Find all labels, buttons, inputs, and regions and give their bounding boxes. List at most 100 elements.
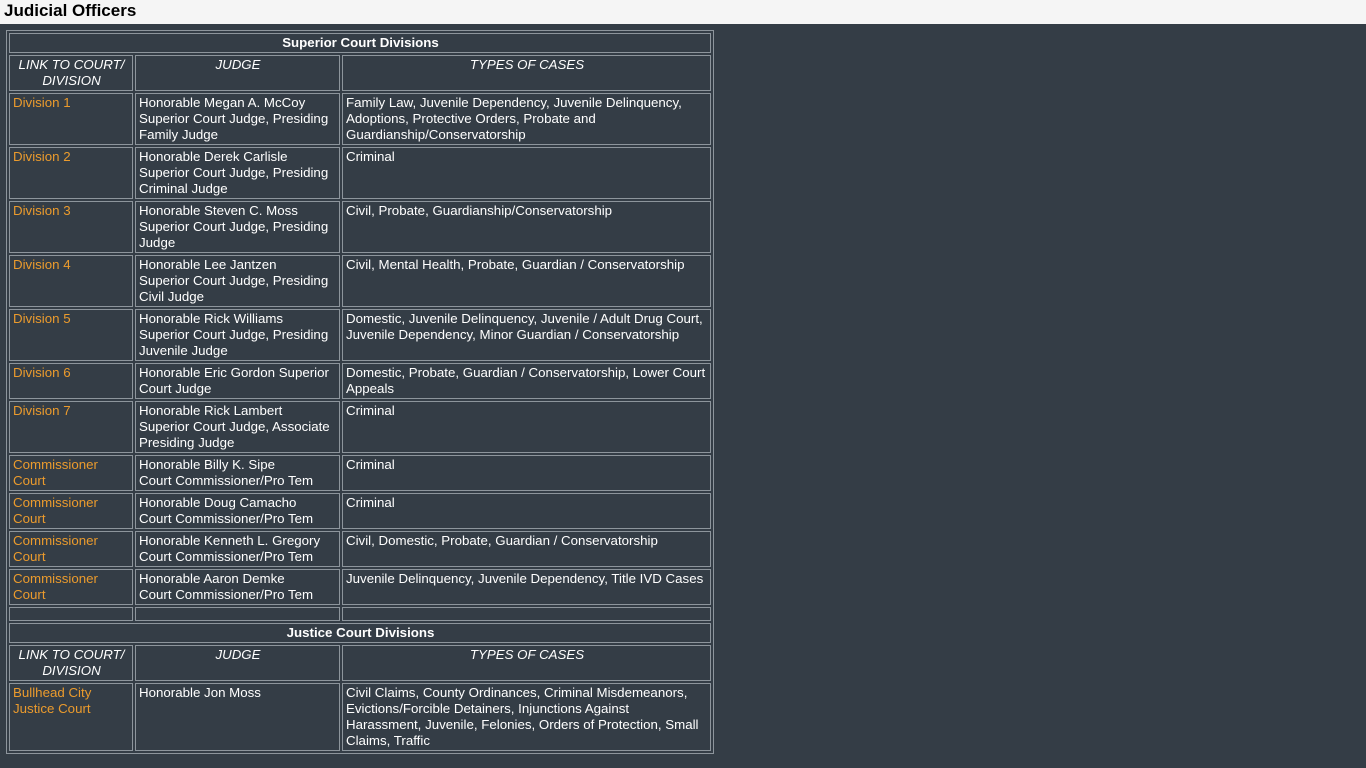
superior-court-divisions-table: Superior Court Divisions LINK TO COURT/ …: [6, 30, 715, 754]
court-link-cell[interactable]: Division 2: [9, 147, 133, 199]
table-row: Division 2 Honorable Derek Carlisle Super…: [9, 147, 712, 199]
page-header-bar: Judicial Officers: [0, 0, 1366, 24]
court-link-cell[interactable]: Division 3: [9, 201, 133, 253]
section-title-superior: Superior Court Divisions: [9, 33, 712, 53]
column-header-cases: TYPES OF CASES: [342, 645, 712, 681]
court-link-cell[interactable]: Commissioner Court: [9, 531, 133, 567]
court-division-link[interactable]: Division 2: [13, 149, 71, 164]
court-link-cell[interactable]: Division 5: [9, 309, 133, 361]
table-row: Commissioner Court Honorable Billy K. Si…: [9, 455, 712, 491]
spacer-cell: [135, 607, 340, 621]
cases-cell: Criminal: [342, 493, 712, 529]
court-division-link[interactable]: Bullhead City Justice Court: [13, 685, 91, 716]
section-title-row: Justice Court Divisions: [9, 623, 712, 643]
judge-role: Court Commissioner/Pro Tem: [139, 473, 314, 488]
judge-role: Superior Court Judge, Presiding Civil Ju…: [139, 273, 329, 304]
judge-role: Superior Court Judge, Presiding Family J…: [139, 111, 329, 142]
court-link-cell[interactable]: Commissioner Court: [9, 569, 133, 605]
judge-cell: Honorable Doug Camacho Court Commissioner…: [135, 493, 340, 529]
court-division-link[interactable]: Commissioner Court: [13, 457, 98, 488]
table-row: Division 5 Honorable Rick Williams Superi…: [9, 309, 712, 361]
court-division-link[interactable]: Commissioner Court: [13, 495, 98, 526]
judge-cell: Honorable Megan A. McCoy Superior Court J…: [135, 93, 340, 145]
page-title: Judicial Officers: [4, 1, 137, 20]
judge-cell: Honorable Eric Gordon Superior Court Jud…: [135, 363, 340, 399]
content-area: Superior Court Divisions LINK TO COURT/ …: [0, 24, 1366, 768]
judge-cell: Honorable Rick Williams Superior Court Ju…: [135, 309, 340, 361]
judge-name: Honorable Jon Moss: [139, 685, 261, 700]
court-division-link[interactable]: Commissioner Court: [13, 533, 98, 564]
column-header-judge: JUDGE: [135, 55, 340, 91]
court-link-cell[interactable]: Division 4: [9, 255, 133, 307]
column-header-link: LINK TO COURT/ DIVISION: [9, 645, 133, 681]
cases-cell: Civil Claims, County Ordinances, Crimina…: [342, 683, 712, 751]
judge-name: Honorable Rick Lambert: [139, 403, 283, 418]
judge-role: Court Commissioner/Pro Tem: [139, 549, 314, 564]
cases-cell: Domestic, Probate, Guardian / Conservato…: [342, 363, 712, 399]
judge-cell: Honorable Jon Moss: [135, 683, 340, 751]
column-header-row: LINK TO COURT/ DIVISION JUDGE TYPES OF C…: [9, 645, 712, 681]
judge-name: Honorable Eric Gordon Superior Court Jud…: [139, 365, 329, 396]
judge-name: Honorable Steven C. Moss: [139, 203, 298, 218]
judge-role: Superior Court Judge, Associate Presidin…: [139, 419, 330, 450]
court-division-link[interactable]: Division 4: [13, 257, 71, 272]
court-division-link[interactable]: Division 1: [13, 95, 71, 110]
judge-name: Honorable Megan A. McCoy: [139, 95, 306, 110]
column-header-cases: TYPES OF CASES: [342, 55, 712, 91]
court-link-cell[interactable]: Division 7: [9, 401, 133, 453]
section-title-row: Superior Court Divisions: [9, 33, 712, 53]
court-division-link[interactable]: Division 5: [13, 311, 71, 326]
judge-cell: Honorable Lee Jantzen Superior Court Judg…: [135, 255, 340, 307]
judge-role: Superior Court Judge, Presiding Judge: [139, 219, 329, 250]
judge-name: Honorable Kenneth L. Gregory: [139, 533, 321, 548]
table-row: Division 7 Honorable Rick Lambert Superio…: [9, 401, 712, 453]
column-header-link: LINK TO COURT/ DIVISION: [9, 55, 133, 91]
cases-cell: Criminal: [342, 455, 712, 491]
judge-role: Superior Court Judge, Presiding Juvenile…: [139, 327, 329, 358]
judge-name: Honorable Doug Camacho: [139, 495, 297, 510]
judge-cell: Honorable Rick Lambert Superior Court Jud…: [135, 401, 340, 453]
table-row: Bullhead City Justice Court Honorable Jo…: [9, 683, 712, 751]
court-link-cell[interactable]: Commissioner Court: [9, 493, 133, 529]
judge-cell: Honorable Derek Carlisle Superior Court J…: [135, 147, 340, 199]
judge-role: Court Commissioner/Pro Tem: [139, 511, 314, 526]
column-header-row: LINK TO COURT/ DIVISION JUDGE TYPES OF C…: [9, 55, 712, 91]
judge-name: Honorable Derek Carlisle: [139, 149, 288, 164]
table-row: Commissioner Court Honorable Aaron Demke…: [9, 569, 712, 605]
judge-cell: Honorable Billy K. Sipe Court Commissione…: [135, 455, 340, 491]
table-row: Commissioner Court Honorable Kenneth L. …: [9, 531, 712, 567]
table-row: Commissioner Court Honorable Doug Camach…: [9, 493, 712, 529]
spacer-cell: [9, 607, 133, 621]
cases-cell: Civil, Mental Health, Probate, Guardian …: [342, 255, 712, 307]
judge-name: Honorable Billy K. Sipe: [139, 457, 275, 472]
cases-cell: Domestic, Juvenile Delinquency, Juvenile…: [342, 309, 712, 361]
court-link-cell[interactable]: Commissioner Court: [9, 455, 133, 491]
court-link-cell[interactable]: Division 1: [9, 93, 133, 145]
court-link-cell[interactable]: Division 6: [9, 363, 133, 399]
cases-cell: Family Law, Juvenile Dependency, Juvenil…: [342, 93, 712, 145]
judge-name: Honorable Aaron Demke: [139, 571, 285, 586]
table-row: Division 1 Honorable Megan A. McCoy Super…: [9, 93, 712, 145]
spacer-cell: [342, 607, 712, 621]
cases-cell: Civil, Probate, Guardianship/Conservator…: [342, 201, 712, 253]
court-link-cell[interactable]: Bullhead City Justice Court: [9, 683, 133, 751]
section-title-justice: Justice Court Divisions: [9, 623, 712, 643]
court-division-link[interactable]: Division 7: [13, 403, 71, 418]
judge-role: Superior Court Judge, Presiding Criminal…: [139, 165, 329, 196]
cases-cell: Criminal: [342, 401, 712, 453]
judge-role: Court Commissioner/Pro Tem: [139, 587, 314, 602]
judge-name: Honorable Rick Williams: [139, 311, 284, 326]
table-row: Division 3 Honorable Steven C. Moss Super…: [9, 201, 712, 253]
table-row: Division 4 Honorable Lee Jantzen Superior…: [9, 255, 712, 307]
judge-name: Honorable Lee Jantzen: [139, 257, 277, 272]
judge-cell: Honorable Kenneth L. Gregory Court Commis…: [135, 531, 340, 567]
spacer-row: [9, 607, 712, 621]
cases-cell: Juvenile Delinquency, Juvenile Dependenc…: [342, 569, 712, 605]
table-row: Division 6 Honorable Eric Gordon Superio…: [9, 363, 712, 399]
cases-cell: Criminal: [342, 147, 712, 199]
court-division-link[interactable]: Commissioner Court: [13, 571, 98, 602]
court-division-link[interactable]: Division 3: [13, 203, 71, 218]
column-header-judge: JUDGE: [135, 645, 340, 681]
cases-cell: Civil, Domestic, Probate, Guardian / Con…: [342, 531, 712, 567]
court-division-link[interactable]: Division 6: [13, 365, 71, 380]
